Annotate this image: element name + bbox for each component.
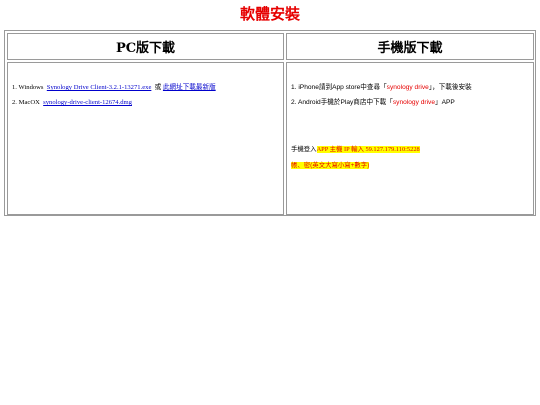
instruction-text: 」APP — [435, 99, 455, 106]
os-label: Windows — [18, 84, 44, 91]
list-item: 2. MacOX synology-drive-client-12674.dmg — [12, 95, 216, 110]
pc-body-cell: 1. Windows Synology Drive Client-3.2.1-1… — [7, 62, 284, 215]
list-number: 2. — [291, 99, 297, 106]
mobile-heading: 手機版下載 — [377, 41, 443, 56]
mac-download-link[interactable]: synology-drive-client-12674.dmg — [43, 99, 132, 106]
login-instruction: 手機登入APP 主機 IP 輸入 59.127.179.110:5228 — [291, 144, 420, 153]
windows-download-link[interactable]: Synology Drive Client-3.2.1-13271.exe — [47, 84, 152, 91]
latest-version-link[interactable]: 此網址下載最新版 — [163, 84, 216, 91]
pc-download-list: 1. Windows Synology Drive Client-3.2.1-1… — [12, 80, 216, 110]
password-note-text: 帳、密(英文大寫小寫+數字) — [291, 162, 370, 169]
mobile-download-list: 1. iPhone請到App store中查尋「synology drive」，… — [291, 80, 472, 110]
pc-heading: PC版下載 — [115, 41, 176, 56]
page-title: 軟體安裝 — [239, 5, 300, 23]
app-name: synology drive — [392, 99, 436, 106]
list-item: 1. iPhone請到App store中查尋「synology drive」，… — [291, 80, 472, 95]
instruction-text: iPhone請到App store中查尋「 — [298, 84, 387, 91]
list-number: 1. — [12, 84, 17, 91]
list-item: 1. Windows Synology Drive Client-3.2.1-1… — [12, 80, 216, 95]
login-prefix: 手機登入 — [291, 146, 317, 153]
mobile-header-cell: 手機版下載 — [286, 33, 534, 60]
or-text: 或 — [154, 84, 162, 91]
app-name: synology drive — [386, 84, 429, 91]
mobile-body-cell: 1. iPhone請到App store中查尋「synology drive」，… — [286, 62, 534, 215]
instruction-text: Android手機於Play商店中下載「 — [297, 99, 393, 106]
list-number: 1. — [291, 84, 297, 91]
list-number: 2. — [12, 99, 17, 106]
password-note: 帳、密(英文大寫小寫+數字) — [291, 160, 370, 169]
list-item: 2. Android手機於Play商店中下載「synology drive」AP… — [291, 95, 472, 110]
download-table: PC版下載 手機版下載 1. Windows Synology Drive Cl… — [4, 30, 536, 216]
pc-header-cell: PC版下載 — [7, 33, 284, 60]
host-ip-highlight: APP 主機 IP 輸入 59.127.179.110:5228 — [316, 146, 420, 153]
os-label: MacOX — [18, 99, 40, 106]
instruction-text: 」，下載後安裝 — [428, 84, 472, 91]
